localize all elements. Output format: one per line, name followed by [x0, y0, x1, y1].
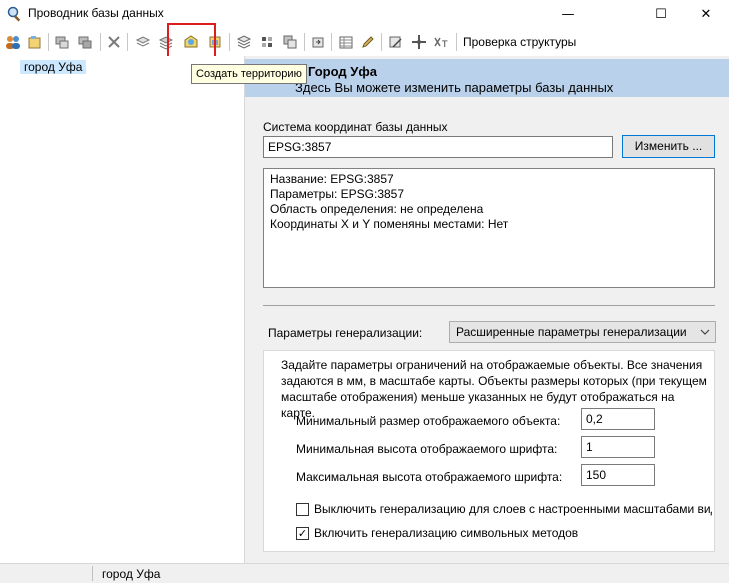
min-font-input[interactable]: 1	[581, 436, 655, 458]
min-object-label: Минимальный размер отображаемого объекта…	[296, 414, 561, 428]
stack-icon[interactable]	[234, 32, 254, 52]
page-title: Город Уфа	[308, 64, 377, 79]
header-band: Город Уфа Здесь Вы можете изменить парам…	[245, 59, 729, 97]
crs-info-line: Координаты X и Y поменяны местами: Нет	[270, 217, 509, 231]
magnifier-icon	[7, 6, 21, 22]
layers-overlay-icon[interactable]	[280, 32, 300, 52]
move-icon[interactable]	[409, 32, 429, 52]
grid-edit-icon[interactable]	[386, 32, 406, 52]
table-icon[interactable]	[336, 32, 356, 52]
database-add-icon[interactable]	[25, 32, 45, 52]
generalization-box: Задайте параметры ограничений на отображ…	[263, 350, 715, 552]
generalization-select[interactable]: Расширенные параметры генерализации	[449, 321, 716, 343]
disable-generalization-label: Выключить генерализацию для слоев с наст…	[314, 502, 712, 516]
chevron-down-icon	[700, 322, 710, 349]
layer-icon[interactable]	[52, 32, 72, 52]
pencil-icon[interactable]	[358, 32, 378, 52]
maximize-button[interactable]: ☐	[638, 0, 684, 28]
generalization-label: Параметры генерализации:	[268, 326, 423, 340]
tree-item-ufa[interactable]: город Уфа	[20, 60, 87, 74]
users-icon[interactable]	[3, 32, 23, 52]
enable-symbol-label: Включить генерализацию символьных методо…	[314, 526, 579, 540]
toolbar: T Проверка структуры	[0, 29, 729, 55]
svg-text:T: T	[441, 40, 448, 50]
disable-generalization-checkbox[interactable]	[296, 503, 309, 516]
close-button[interactable]: ✕	[683, 0, 729, 28]
status-bar: город Уфа	[0, 563, 729, 583]
page-subtitle: Здесь Вы можете изменить параметры базы …	[295, 80, 614, 95]
minimize-button[interactable]: —	[545, 0, 591, 28]
tree-pane: город Уфа	[0, 56, 245, 563]
status-separator	[92, 566, 93, 581]
status-text: город Уфа	[102, 567, 161, 581]
copy-layers-icon[interactable]	[133, 32, 153, 52]
min-font-label: Минимальная высота отображаемого шрифта:	[296, 442, 558, 456]
change-crs-button[interactable]: Изменить ...	[622, 135, 715, 158]
tooltip: Создать территорию	[191, 64, 307, 84]
grid-icon[interactable]	[257, 32, 277, 52]
title-bar: Проводник базы данных — ☐ ✕	[0, 0, 729, 28]
crs-info-box: Название: EPSG:3857 Параметры: EPSG:3857…	[263, 168, 715, 288]
crs-input[interactable]: EPSG:3857	[263, 136, 613, 158]
generalization-select-value: Расширенные параметры генерализации	[456, 325, 687, 339]
properties-pane: Город Уфа Здесь Вы можете изменить парам…	[245, 56, 729, 563]
crs-label: Система координат базы данных	[263, 120, 448, 134]
text-style-icon[interactable]: T	[431, 32, 451, 52]
max-font-label: Максимальная высота отображаемого шрифта…	[296, 470, 563, 484]
layer-edit-icon[interactable]	[75, 32, 95, 52]
delete-icon[interactable]	[104, 32, 124, 52]
export-icon[interactable]	[308, 32, 328, 52]
crs-info-line: Название: EPSG:3857	[270, 172, 394, 186]
max-font-input[interactable]: 150	[581, 464, 655, 486]
structure-check-button[interactable]: Проверка структуры	[463, 35, 576, 49]
min-object-input[interactable]: 0,2	[581, 408, 655, 430]
window-title: Проводник базы данных	[28, 6, 164, 20]
crs-info-line: Область определения: не определена	[270, 202, 484, 216]
crs-info-line: Параметры: EPSG:3857	[270, 187, 405, 201]
divider	[263, 305, 715, 306]
enable-symbol-checkbox[interactable]: ✓	[296, 527, 309, 540]
